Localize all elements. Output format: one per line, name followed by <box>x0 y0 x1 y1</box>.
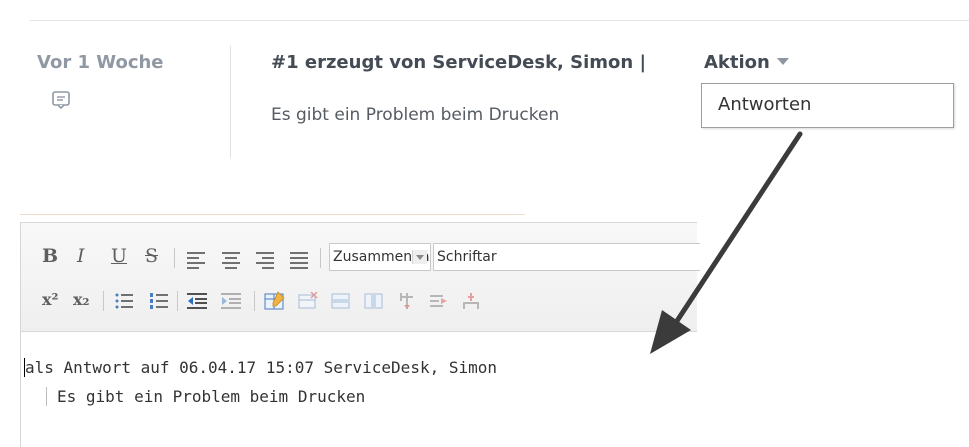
paragraph-style-select[interactable]: Zusammenhäng <box>329 243 431 271</box>
timeline-divider <box>230 46 231 158</box>
insert-row-icon[interactable] <box>462 291 482 311</box>
indent-icon[interactable] <box>221 292 243 310</box>
toolbar-separator <box>254 291 255 311</box>
align-right-icon[interactable] <box>256 252 274 272</box>
top-divider <box>30 20 969 21</box>
merge-cell-icon[interactable] <box>429 293 451 309</box>
align-center-icon[interactable] <box>222 252 240 272</box>
entry-title-text: #1 erzeugt von ServiceDesk, Simon <box>271 52 634 73</box>
align-left-icon[interactable] <box>187 252 205 272</box>
toolbar-separator <box>177 291 178 311</box>
superscript-button[interactable]: x² <box>42 290 59 309</box>
bold-button[interactable]: B <box>42 245 58 267</box>
numbered-list-icon[interactable] <box>149 292 169 310</box>
menu-item-reply[interactable]: Antworten <box>718 94 811 115</box>
editor-toolbar: B I U S Zusammenhäng Schriftar x² x₂ <box>21 222 700 332</box>
table-row-icon[interactable] <box>331 293 351 309</box>
table-column-icon[interactable] <box>364 293 384 309</box>
reply-editor: B I U S Zusammenhäng Schriftar x² x₂ <box>20 222 700 447</box>
font-family-value: Schriftar <box>437 249 497 265</box>
action-dropdown-menu: Antworten <box>701 83 954 128</box>
underline-button[interactable]: U <box>111 245 127 267</box>
align-justify-icon[interactable] <box>290 252 308 272</box>
entry-body: Es gibt ein Problem beim Drucken <box>271 105 560 125</box>
chevron-down-icon <box>412 250 427 264</box>
bullet-list-icon[interactable] <box>114 292 134 310</box>
toolbar-separator <box>320 248 321 268</box>
action-label: Aktion <box>704 52 770 73</box>
chevron-down-icon <box>776 58 789 65</box>
title-separator: | <box>639 52 647 73</box>
italic-button[interactable]: I <box>77 245 85 267</box>
toolbar-separator <box>174 248 175 268</box>
annotation-arrow <box>650 131 803 354</box>
quoted-text: Es gibt ein Problem beim Drucken <box>46 387 365 406</box>
timestamp-label: Vor 1 Woche <box>37 52 164 73</box>
strikethrough-button[interactable]: S <box>145 245 158 267</box>
editor-content[interactable]: als Antwort auf 06.04.17 15:07 ServiceDe… <box>24 358 498 377</box>
action-menu-button[interactable]: Aktion <box>704 52 789 73</box>
comment-icon <box>52 91 70 110</box>
toolbar-separator <box>103 291 104 311</box>
outdent-icon[interactable] <box>187 292 209 310</box>
split-cell-icon[interactable] <box>397 291 417 311</box>
reply-header: als Antwort auf 06.04.17 15:07 ServiceDe… <box>24 358 498 377</box>
insert-table-icon[interactable] <box>264 291 286 311</box>
subscript-button[interactable]: x₂ <box>73 290 90 309</box>
entry-title: #1 erzeugt von ServiceDesk, Simon | <box>271 52 646 73</box>
delete-table-icon[interactable] <box>298 292 318 310</box>
editor-top-divider <box>20 214 525 215</box>
